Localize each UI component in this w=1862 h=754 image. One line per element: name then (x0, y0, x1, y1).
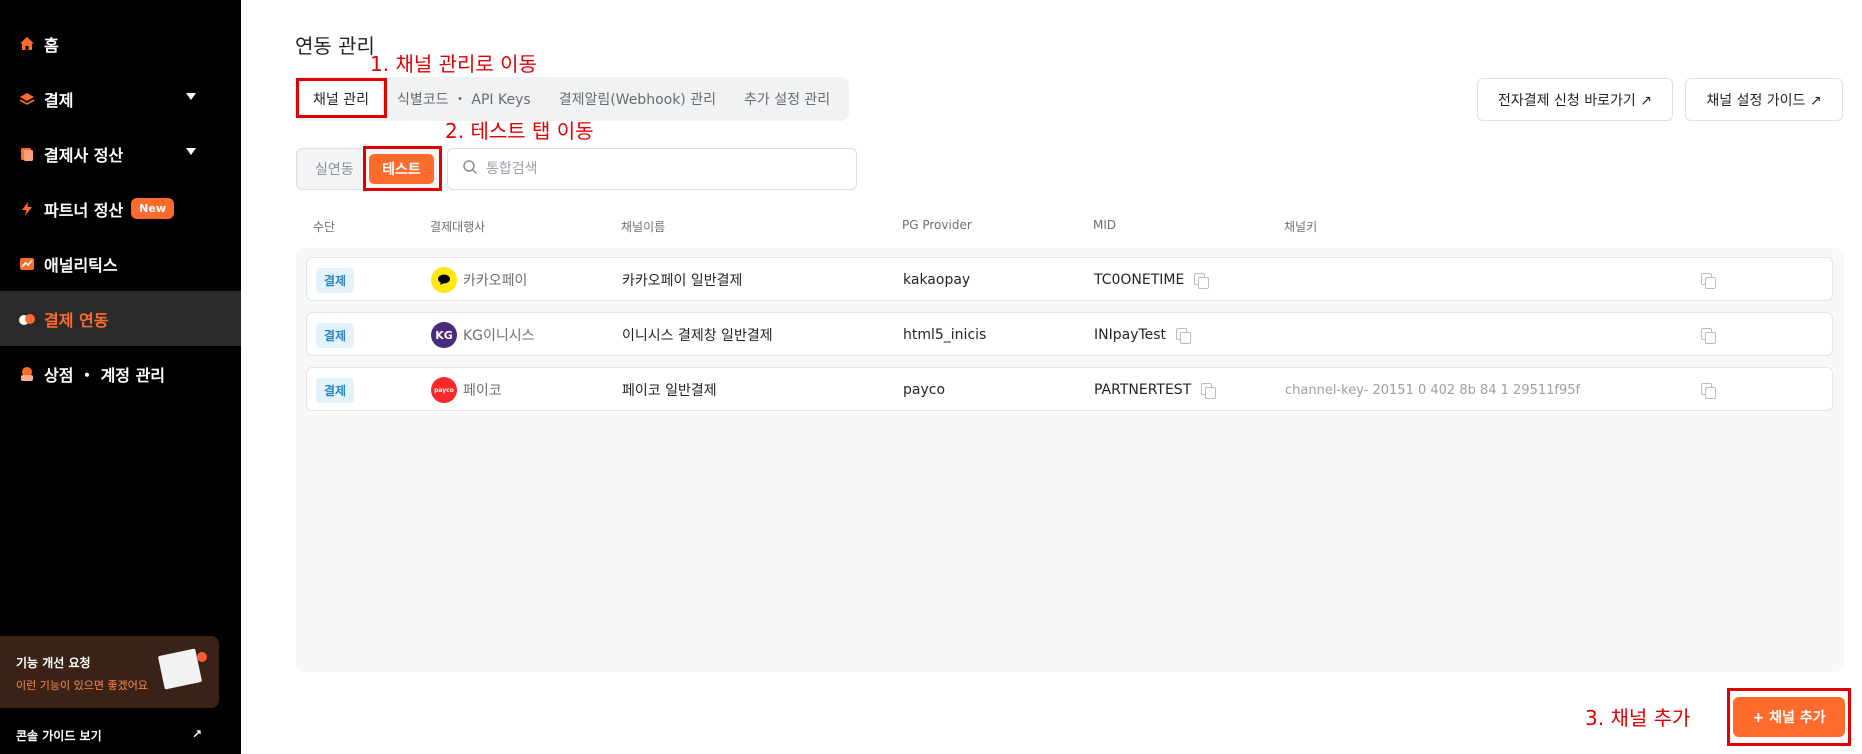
copy-icon[interactable] (1701, 327, 1716, 344)
kakaopay-logo-icon (431, 267, 457, 293)
copy-icon[interactable] (1201, 382, 1217, 399)
sidebar-item-integration[interactable]: 결제 연동 (0, 291, 241, 346)
pg-name: KG이니시스 (463, 328, 535, 344)
pg-provider: payco (903, 382, 946, 398)
pg-name: 페이코 (463, 383, 502, 399)
column-header: PG Provider (902, 218, 972, 232)
table-row[interactable]: 결제 카카오페이 카카오페이 일반결제 kakaopay TC0ONETIME (306, 257, 1833, 301)
sidebar-item-payment[interactable]: 결제 (0, 71, 241, 126)
apply-payment-button[interactable]: 전자결제 신청 바로가기 ↗ (1477, 78, 1673, 121)
table-row[interactable]: 결제 payco 페이코 페이코 일반결제 payco PARTNERTEST … (306, 367, 1833, 411)
copy-icon[interactable] (1701, 382, 1716, 399)
store-icon (18, 365, 36, 383)
chevron-down-icon[interactable] (186, 148, 196, 155)
mode-live[interactable]: 실연동 (315, 159, 354, 179)
new-badge: New (131, 198, 175, 219)
channel-name: 카카오페이 일반결제 (622, 273, 743, 289)
channel-key: channel-key- 20151 0 402 8b 84 1 29511f9… (1285, 382, 1581, 398)
sidebar-item-label: 결제 (44, 90, 74, 110)
channel-guide-button[interactable]: 채널 설정 가이드 ↗ (1685, 78, 1843, 121)
sidebar-item-label: 파트너 정산 (44, 200, 124, 220)
method-pill: 결제 (316, 322, 355, 348)
search-icon (462, 159, 478, 179)
search-input[interactable] (486, 161, 816, 177)
feedback-card[interactable]: 기능 개선 요청 이런 기능이 있으면 좋겠어요 (0, 636, 219, 708)
sidebar-item-label: 결제 연동 (44, 310, 109, 330)
console-guide-link[interactable]: 콘솔 가이드 보기 ↗ (16, 727, 202, 744)
pg-provider: html5_inicis (903, 327, 987, 343)
chart-icon (18, 255, 36, 273)
page-title: 연동 관리 (295, 34, 375, 58)
table-row[interactable]: 결제 KG KG이니시스 이니시스 결제창 일반결제 html5_inicis … (306, 312, 1833, 356)
column-header: 수단 (313, 220, 336, 234)
notification-dot-icon (197, 652, 207, 662)
cloud-icon (18, 310, 36, 328)
layers-icon (18, 90, 36, 108)
sidebar-item-label: 결제사 정산 (44, 145, 124, 165)
sidebar-item-store-account[interactable]: 상점 ・ 계정 관리 (0, 346, 241, 401)
copy-icon[interactable] (1194, 272, 1210, 289)
column-header: 채널이름 (621, 220, 666, 234)
annotation-step3: 3. 채널 추가 (1585, 706, 1691, 730)
tab-channel-management[interactable]: 채널 관리 (299, 81, 383, 117)
tab-webhook[interactable]: 결제알림(Webhook) 관리 (545, 81, 730, 117)
mid-value: TC0ONETIME (1094, 272, 1185, 288)
sidebar: 홈 결제 결제사 정산 파트너 정산 New 애널리틱스 결제 연동 상점 ・ … (0, 0, 241, 754)
mode-test[interactable]: 테스트 (369, 154, 434, 184)
annotation-step2: 2. 테스트 탭 이동 (445, 119, 594, 143)
chevron-down-icon[interactable] (186, 93, 196, 100)
add-channel-button[interactable]: + 채널 추가 (1733, 697, 1845, 737)
pg-provider: kakaopay (903, 272, 971, 288)
sidebar-item-home[interactable]: 홈 (0, 16, 241, 71)
mid-value: INIpayTest (1094, 327, 1167, 343)
copy-icon[interactable] (1701, 272, 1716, 289)
tab-extra-settings[interactable]: 추가 설정 관리 (730, 81, 844, 117)
sidebar-item-label: 애널리틱스 (44, 255, 118, 275)
payco-logo-icon: payco (431, 377, 457, 403)
column-header: 결제대행사 (430, 220, 486, 234)
lightning-icon (18, 200, 36, 218)
annotation-step1: 1. 채널 관리로 이동 (370, 52, 537, 76)
sidebar-item-label: 홈 (44, 35, 59, 55)
environment-toggle: 실연동 테스트 (296, 148, 441, 190)
channel-name: 이니시스 결제창 일반결제 (622, 328, 773, 344)
pg-name: 카카오페이 (463, 273, 528, 289)
home-icon (18, 35, 36, 53)
tab-api-keys[interactable]: 식별코드 ・ API Keys (383, 81, 545, 117)
sidebar-item-partner-settlement[interactable]: 파트너 정산 New (0, 181, 241, 236)
method-pill: 결제 (316, 267, 355, 293)
search-box (447, 148, 857, 190)
external-link-icon: ↗ (191, 727, 202, 741)
column-header: 채널키 (1284, 220, 1318, 234)
sidebar-item-analytics[interactable]: 애널리틱스 (0, 236, 241, 291)
copy-icon[interactable] (1176, 327, 1192, 344)
kg-inicis-logo-icon: KG (431, 322, 457, 348)
sidebar-item-settlement[interactable]: 결제사 정산 (0, 126, 241, 181)
method-pill: 결제 (316, 377, 355, 403)
column-header: MID (1093, 218, 1117, 232)
console-guide-label: 콘솔 가이드 보기 (16, 729, 102, 743)
document-icon (18, 145, 36, 163)
sidebar-item-label: 상점 ・ 계정 관리 (44, 365, 166, 385)
mid-value: PARTNERTEST (1094, 382, 1192, 398)
channel-name: 페이코 일반결제 (622, 383, 717, 399)
